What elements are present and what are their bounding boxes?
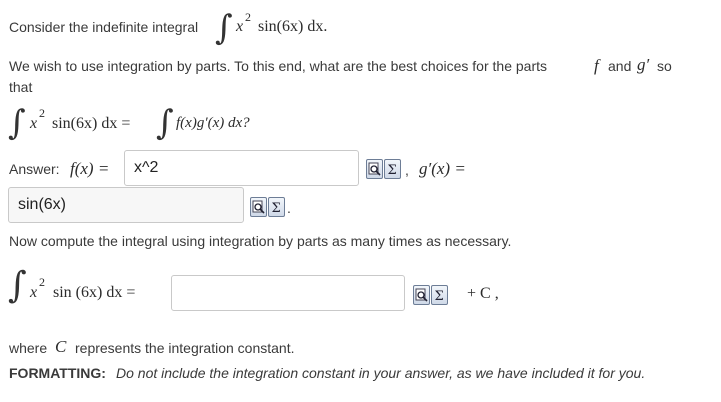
preview-icon-3[interactable] — [413, 285, 430, 305]
plus-constant: + C , — [467, 285, 499, 302]
answer-label: Answer: — [9, 161, 60, 177]
lhs-x: x — [30, 115, 38, 132]
period: . — [287, 200, 291, 216]
constant-description: represents the integration constant. — [75, 340, 295, 356]
answer-power: 2 — [39, 275, 45, 289]
instructions-text: We wish to use integration by parts. To … — [9, 58, 547, 74]
svg-text:Σ: Σ — [272, 201, 281, 216]
equation-editor-icon-2[interactable]: Σ — [268, 197, 285, 217]
answer-integrand: sin (6x) dx = — [53, 284, 136, 301]
g-prime-symbol: g′ — [637, 55, 650, 74]
so-text: so — [657, 58, 672, 74]
integrand-power: 2 — [245, 10, 251, 24]
f-answer-input[interactable]: x^2 — [124, 150, 359, 186]
f-of-x-label: f(x) = — [70, 159, 110, 178]
integral-sign: ∫ — [215, 8, 233, 48]
and-text: and — [608, 58, 632, 74]
integrand-function: sin(6x) dx. — [258, 18, 328, 35]
svg-text:Σ: Σ — [388, 163, 397, 178]
answer-x: x — [30, 284, 38, 301]
compute-instructions: Now compute the integral using integrati… — [9, 233, 512, 249]
integral-sign-rhs: ∫ — [156, 103, 174, 143]
rhs-expression: f(x)g′(x) dx? — [176, 115, 250, 131]
preview-icon-2[interactable] — [250, 197, 267, 217]
equation-editor-icon[interactable]: Σ — [384, 159, 401, 179]
svg-text:Σ: Σ — [435, 289, 444, 304]
g-prime-of-x-label: g′(x) = — [419, 159, 466, 178]
equation-editor-icon-3[interactable]: Σ — [431, 285, 448, 305]
integrand-x: x — [236, 18, 244, 35]
problem-intro: Consider the indefinite integral — [9, 19, 199, 35]
integral-sign-lhs: ∫ — [8, 103, 26, 143]
integral-answer-input[interactable] — [171, 275, 405, 311]
lhs-rest: sin(6x) dx = — [52, 115, 131, 132]
integral-sign-answer: ∫ — [8, 265, 27, 306]
f-symbol: f — [594, 56, 599, 75]
formatting-label: FORMATTING: — [9, 365, 106, 381]
lhs-power: 2 — [39, 106, 45, 120]
constant-c: C — [55, 337, 67, 356]
formatting-note: Do not include the integration constant … — [116, 365, 646, 381]
where-text: where — [9, 340, 48, 356]
preview-icon[interactable] — [366, 159, 383, 179]
that-text: that — [9, 79, 33, 95]
comma-separator: , — [405, 162, 409, 178]
g-answer-input[interactable]: sin(6x) — [8, 187, 244, 223]
